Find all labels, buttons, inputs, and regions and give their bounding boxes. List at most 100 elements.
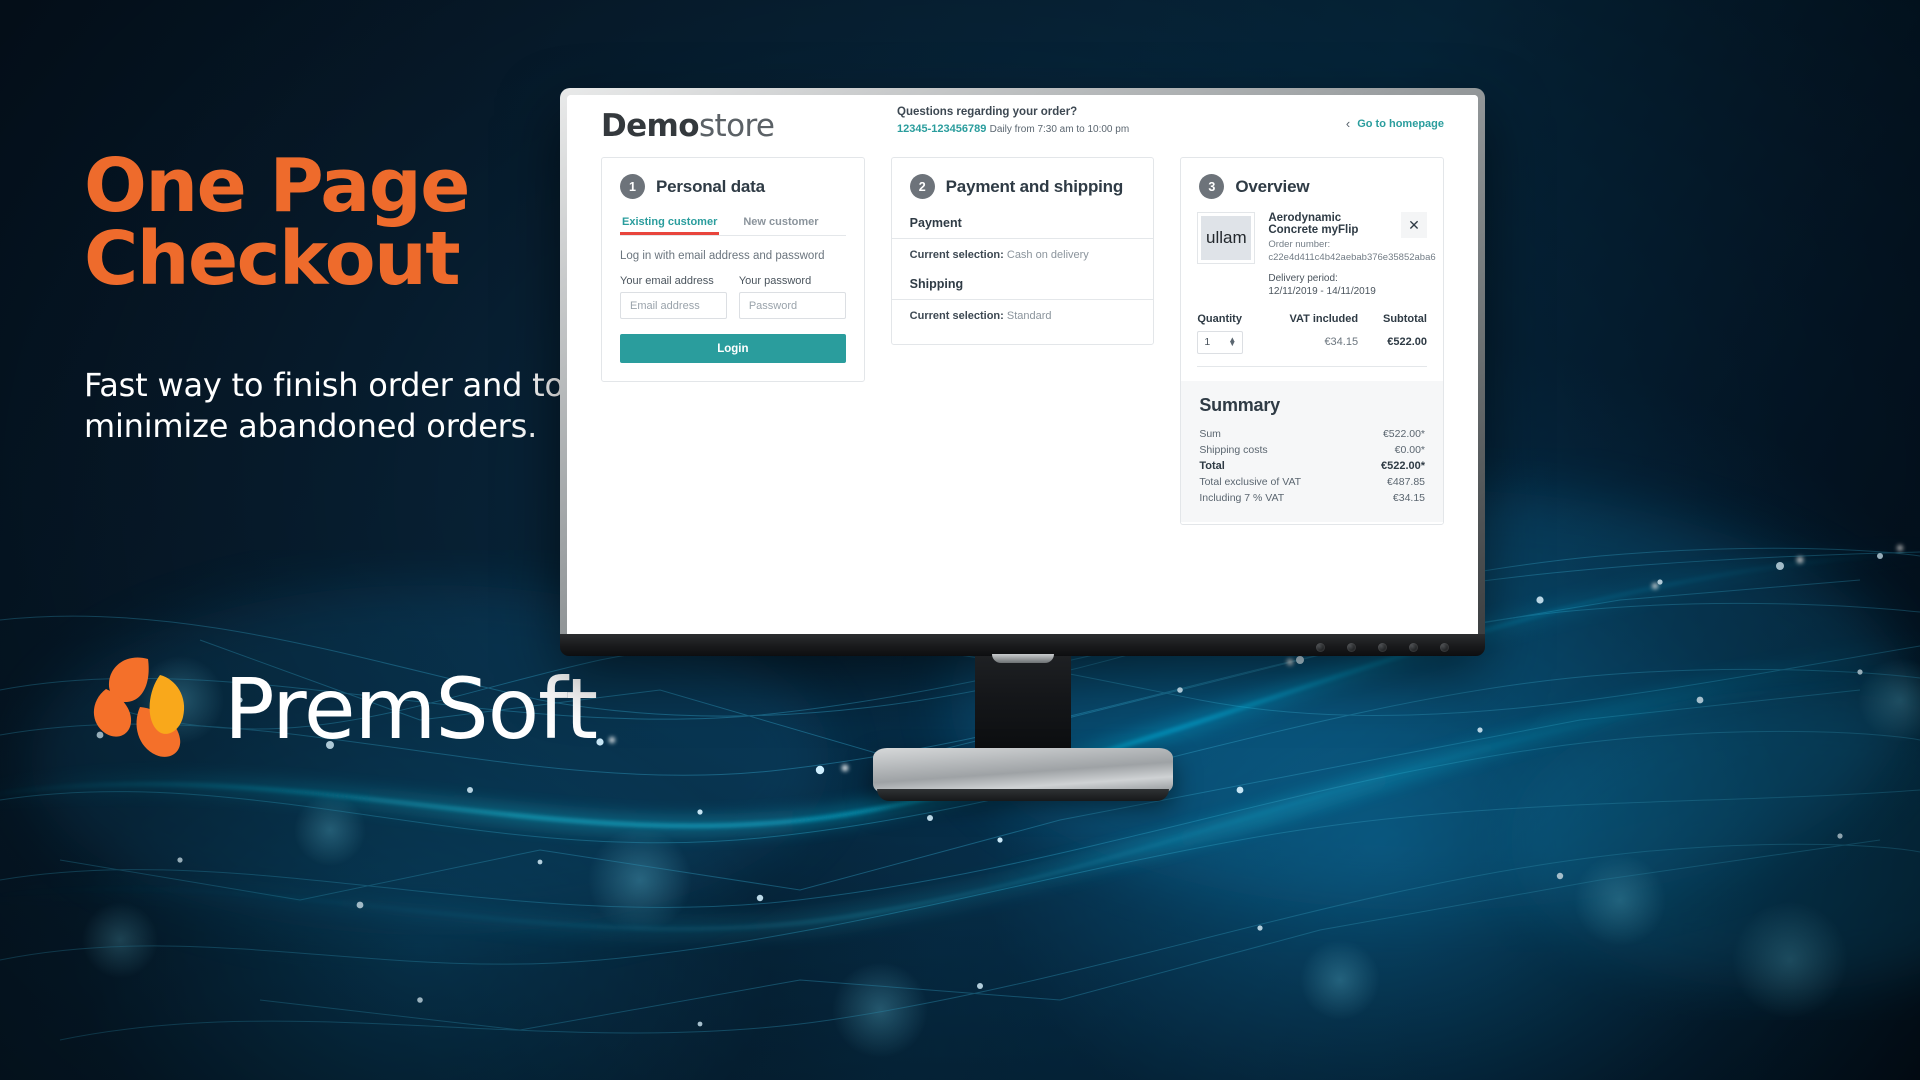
go-to-homepage-link[interactable]: ‹ Go to homepage (1346, 117, 1444, 130)
monitor-button-icon[interactable] (1409, 643, 1418, 652)
summary-label: Total (1199, 459, 1225, 472)
summary-title: Summary (1199, 394, 1280, 415)
checkout-cards: 1 Personal data Existing customer New cu… (567, 157, 1478, 525)
vat-value: €34.15 (1324, 336, 1359, 349)
login-fields: Your email address Your password (620, 275, 846, 319)
password-label: Your password (738, 275, 812, 287)
step-badge-2: 2 (909, 174, 935, 199)
email-label: Your email address (620, 275, 714, 287)
premsoft-logo-mark (88, 645, 216, 773)
header-hours: Daily from 7:30 am to 10:00 pm (989, 124, 1130, 135)
card-personal-data: 1 Personal data Existing customer New cu… (601, 157, 865, 382)
col-header-vat: VAT included (1289, 312, 1359, 325)
tab-existing-customer[interactable]: Existing customer (620, 212, 719, 235)
summary-value: €34.15 (1392, 491, 1426, 504)
monitor: Demostore Questions regarding your order… (560, 88, 1485, 801)
summary-value: €487.85 (1387, 475, 1426, 488)
login-button[interactable]: Login (620, 334, 846, 363)
promo-column: One Page Checkout Fast way to finish ord… (84, 149, 604, 446)
monitor-screen: Demostore Questions regarding your order… (567, 95, 1478, 650)
order-number-label: Order number: (1268, 239, 1331, 250)
card-personal-title: Personal data (656, 176, 765, 196)
monitor-stand-base (872, 748, 1173, 801)
delivery-period: Delivery period: 12/11/2019 - 14/11/2019 (1268, 272, 1376, 298)
card-overview: 3 Overview ullam Aerodynamic Concrete my… (1180, 157, 1445, 525)
monitor-button-icon[interactable] (1347, 643, 1356, 652)
summary-value: €0.00* (1394, 443, 1426, 456)
monitor-stand-neck (974, 656, 1071, 752)
order-number-value: c22e4d411c4b42aebab376e35852aba6 (1268, 251, 1436, 263)
promo-subheadline: Fast way to finish order and to minimize… (84, 366, 564, 445)
summary-row: Shipping costs €0.00* (1199, 442, 1425, 458)
chevron-left-icon: ‹ (1345, 116, 1351, 131)
header-contact-block: Questions regarding your order? 12345-12… (897, 106, 1129, 135)
col-header-quantity: Quantity (1197, 312, 1242, 325)
monitor-power-button-icon[interactable] (1440, 643, 1449, 652)
stepper-arrows-icon[interactable]: ▲ ▼ (1228, 335, 1236, 348)
store-logo-bold: Demo (601, 107, 700, 144)
header-question: Questions regarding your order? (897, 106, 1078, 118)
summary-value: €522.00* (1382, 427, 1426, 440)
card-personal-header: 1 Personal data (602, 158, 864, 212)
customer-tabs: Existing customer New customer (620, 212, 846, 236)
card-payment-shipping: 2 Payment and shipping Payment Current s… (890, 157, 1155, 345)
step-badge-1: 1 (620, 174, 645, 199)
step-badge-3: 3 (1199, 174, 1225, 199)
store-logo[interactable]: Demostore (601, 107, 775, 144)
product-thumbnail-text: ullam (1201, 216, 1252, 260)
promo-headline-line2: Checkout (84, 215, 461, 302)
payment-selection-label: Current selection: (909, 249, 1004, 261)
password-field-group: Your password (738, 275, 846, 319)
monitor-control-buttons[interactable] (1316, 643, 1449, 652)
header-phone[interactable]: 12345-123456789 (897, 123, 986, 135)
summary-value: €522.00* (1380, 459, 1426, 472)
premsoft-logo: PremSoft (88, 645, 598, 773)
quantity-value: 1 (1204, 336, 1211, 349)
tab-new-customer[interactable]: New customer (741, 212, 820, 235)
monitor-chin (560, 634, 1485, 656)
payment-selection-value: Cash on delivery (1006, 249, 1089, 261)
summary-label: Sum (1199, 427, 1221, 440)
order-summary: Summary Sum €522.00* Shipping costs €0.0… (1181, 380, 1444, 522)
quantity-stepper[interactable]: 1 ▲ ▼ (1197, 330, 1244, 354)
payment-selection-row[interactable]: Current selection: Cash on delivery (910, 249, 1136, 261)
shipping-selection-label: Current selection: (909, 310, 1004, 322)
payment-divider (891, 238, 1154, 239)
shipping-selection-row[interactable]: Current selection: Standard (910, 310, 1136, 322)
email-input[interactable] (620, 292, 727, 319)
store-logo-light: store (698, 107, 775, 144)
monitor-button-icon[interactable] (1316, 643, 1325, 652)
password-input[interactable] (738, 292, 846, 319)
summary-label: Shipping costs (1199, 443, 1268, 456)
order-table-row: 1 ▲ ▼ €34.15 €522.00 (1197, 330, 1428, 367)
col-header-subtotal: Subtotal (1382, 312, 1427, 325)
premsoft-logo-text: PremSoft (224, 660, 598, 758)
order-number-block: Order number: c22e4d411c4b42aebab376e358… (1268, 239, 1436, 265)
quantity-cell: 1 ▲ ▼ (1197, 330, 1280, 354)
remove-item-button[interactable]: ✕ (1401, 212, 1428, 238)
card-payment-title: Payment and shipping (945, 176, 1124, 196)
monitor-button-icon[interactable] (1378, 643, 1387, 652)
shipping-divider (891, 299, 1154, 300)
login-hint: Log in with email address and password (620, 250, 825, 262)
card-overview-title: Overview (1235, 176, 1310, 196)
store-header: Demostore Questions regarding your order… (567, 95, 1478, 157)
payment-heading: Payment (909, 216, 962, 230)
summary-label: Including 7 % VAT (1199, 491, 1285, 504)
summary-row-total: Total €522.00* (1199, 458, 1425, 474)
order-line-item: ullam Aerodynamic Concrete myFlip Order … (1197, 212, 1436, 307)
product-name[interactable]: Aerodynamic Concrete myFlip (1268, 212, 1388, 236)
summary-row: Including 7 % VAT €34.15 (1199, 490, 1425, 506)
order-table-header: Quantity VAT included Subtotal (1197, 313, 1427, 325)
shipping-selection-value: Standard (1006, 310, 1052, 322)
subtotal-value: €522.00 (1387, 336, 1427, 349)
summary-row: Total exclusive of VAT €487.85 (1199, 474, 1425, 490)
product-details: Aerodynamic Concrete myFlip Order number… (1268, 212, 1436, 299)
shipping-heading: Shipping (909, 277, 964, 291)
card-overview-header: 3 Overview (1181, 158, 1443, 212)
summary-row: Sum €522.00* (1199, 426, 1425, 442)
promo-headline: One Page Checkout (84, 149, 604, 302)
product-thumbnail[interactable]: ullam (1197, 212, 1256, 264)
go-to-homepage-label: Go to homepage (1357, 117, 1444, 130)
email-field-group: Your email address (620, 275, 727, 319)
